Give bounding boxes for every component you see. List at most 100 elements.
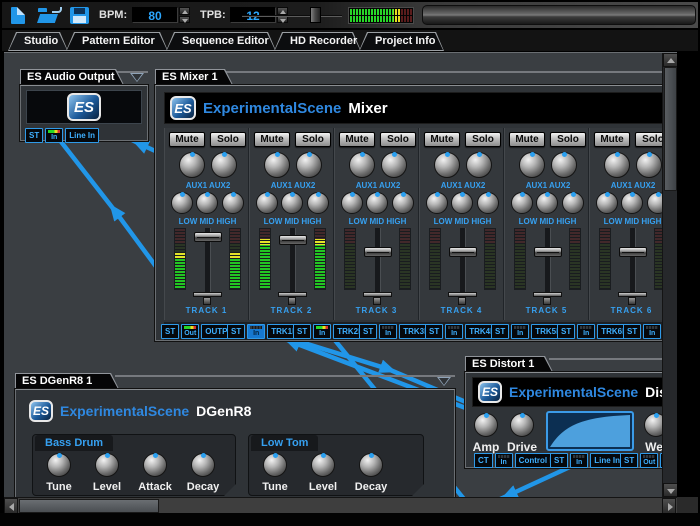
mid-knob[interactable] bbox=[621, 192, 643, 214]
fader-track[interactable] bbox=[545, 228, 551, 292]
studio-canvas[interactable]: ES Audio Output ES ST In Line In ES Mixer … bbox=[4, 52, 677, 497]
master-volume-slider-handle[interactable] bbox=[310, 7, 321, 23]
scroll-left-button[interactable] bbox=[4, 498, 18, 514]
mid-knob[interactable] bbox=[281, 192, 303, 214]
audio-output-title-tab[interactable]: ES Audio Output bbox=[20, 69, 124, 85]
tab-studio[interactable]: Studio bbox=[8, 32, 68, 51]
aux1-knob[interactable] bbox=[179, 152, 205, 178]
connector-meter-out[interactable]: Out bbox=[640, 453, 659, 468]
mute-button[interactable]: Mute bbox=[594, 132, 630, 147]
volume-fader[interactable] bbox=[534, 247, 562, 257]
level-knob[interactable] bbox=[95, 453, 119, 477]
connector-meter-in[interactable]: In bbox=[45, 128, 64, 143]
window-dgenr8[interactable]: ES DGenR8 1 ES ExperimentalScene DGenR8 … bbox=[15, 373, 455, 497]
scroll-down-button[interactable] bbox=[663, 483, 677, 497]
bpm-value[interactable]: 80 bbox=[132, 7, 178, 23]
low-knob[interactable] bbox=[426, 192, 448, 214]
mute-button[interactable]: Mute bbox=[254, 132, 290, 147]
bpm-stepper[interactable] bbox=[179, 7, 190, 23]
level-knob[interactable] bbox=[311, 453, 335, 477]
connector-line-in[interactable]: Line In bbox=[590, 453, 625, 468]
connector-st[interactable]: ST bbox=[25, 128, 44, 143]
connector-meter-out[interactable]: Out bbox=[181, 324, 200, 339]
mid-knob[interactable] bbox=[366, 192, 388, 214]
volume-fader[interactable] bbox=[364, 247, 392, 257]
solo-button[interactable]: Solo bbox=[380, 132, 416, 147]
aux1-knob[interactable] bbox=[434, 152, 460, 178]
low-knob[interactable] bbox=[341, 192, 363, 214]
connector-st[interactable]: ST bbox=[557, 324, 576, 339]
open-project-icon[interactable] bbox=[37, 7, 62, 23]
vertical-scrollbar[interactable] bbox=[662, 53, 677, 497]
collapse-icon[interactable] bbox=[437, 377, 451, 386]
connector-meter-in[interactable]: In bbox=[247, 324, 266, 339]
mute-button[interactable]: Mute bbox=[424, 132, 460, 147]
solo-button[interactable]: Solo bbox=[550, 132, 586, 147]
pan-slider[interactable] bbox=[193, 291, 222, 305]
pan-slider[interactable] bbox=[363, 291, 392, 305]
scroll-up-button[interactable] bbox=[663, 53, 677, 67]
attack-knob[interactable] bbox=[143, 453, 167, 477]
save-project-icon[interactable] bbox=[70, 7, 89, 24]
connector-st[interactable]: ST bbox=[227, 324, 246, 339]
volume-fader[interactable] bbox=[279, 235, 307, 245]
aux2-knob[interactable] bbox=[211, 152, 237, 178]
connector-meter-in[interactable]: In bbox=[313, 324, 332, 339]
pan-slider[interactable] bbox=[533, 291, 562, 305]
decay-knob[interactable] bbox=[359, 453, 383, 477]
connector-meter-in[interactable]: In bbox=[570, 453, 589, 468]
tab-project-info[interactable]: Project Info bbox=[359, 32, 444, 51]
connector-meter-in[interactable]: In bbox=[494, 453, 513, 468]
fader-track[interactable] bbox=[630, 228, 636, 292]
connector-meter-in[interactable]: In bbox=[643, 324, 662, 339]
fader-track[interactable] bbox=[460, 228, 466, 292]
tab-hd-recorder[interactable]: HD Recorder bbox=[274, 32, 361, 51]
connector-st[interactable]: ST bbox=[425, 324, 444, 339]
connector-st[interactable]: ST bbox=[359, 324, 378, 339]
tune-knob[interactable] bbox=[263, 453, 287, 477]
drive-knob[interactable] bbox=[510, 413, 534, 437]
window-distort[interactable]: ES Distort 1 ES ExperimentalScene Distor… bbox=[465, 356, 677, 468]
aux2-knob[interactable] bbox=[551, 152, 577, 178]
connector-st[interactable]: ST bbox=[550, 453, 569, 468]
aux1-knob[interactable] bbox=[604, 152, 630, 178]
collapse-icon[interactable] bbox=[130, 73, 144, 82]
mid-knob[interactable] bbox=[451, 192, 473, 214]
decay-knob[interactable] bbox=[191, 453, 215, 477]
mid-knob[interactable] bbox=[536, 192, 558, 214]
connector-st[interactable]: ST bbox=[491, 324, 510, 339]
aux2-knob[interactable] bbox=[296, 152, 322, 178]
high-knob[interactable] bbox=[562, 192, 584, 214]
connector-st[interactable]: ST bbox=[161, 324, 180, 339]
high-knob[interactable] bbox=[222, 192, 244, 214]
tab-sequence-editor[interactable]: Sequence Editor bbox=[166, 32, 276, 51]
horizontal-scroll-thumb[interactable] bbox=[19, 499, 159, 513]
connector-st[interactable]: ST bbox=[623, 324, 642, 339]
pan-slider[interactable] bbox=[448, 291, 477, 305]
pan-slider[interactable] bbox=[618, 291, 647, 305]
connector-meter-in[interactable]: In bbox=[379, 324, 398, 339]
connector-st[interactable]: ST bbox=[620, 453, 639, 468]
connector-meter-in[interactable]: In bbox=[577, 324, 596, 339]
connector-meter-in[interactable]: In bbox=[445, 324, 464, 339]
window-audio-output[interactable]: ES Audio Output ES ST In Line In bbox=[20, 69, 148, 143]
horizontal-scrollbar[interactable] bbox=[4, 497, 677, 514]
master-volume-slider-track[interactable] bbox=[242, 15, 342, 17]
aux2-knob[interactable] bbox=[636, 152, 662, 178]
low-knob[interactable] bbox=[596, 192, 618, 214]
new-project-icon[interactable] bbox=[11, 7, 25, 24]
vertical-scroll-thumb[interactable] bbox=[664, 67, 677, 191]
connector-st[interactable]: ST bbox=[293, 324, 312, 339]
mute-button[interactable]: Mute bbox=[509, 132, 545, 147]
volume-fader[interactable] bbox=[449, 247, 477, 257]
solo-button[interactable]: Solo bbox=[210, 132, 246, 147]
aux1-knob[interactable] bbox=[349, 152, 375, 178]
dgenr8-title-tab[interactable]: ES DGenR8 1 bbox=[15, 373, 119, 389]
amp-knob[interactable] bbox=[474, 413, 498, 437]
high-knob[interactable] bbox=[392, 192, 414, 214]
tune-knob[interactable] bbox=[47, 453, 71, 477]
pan-slider[interactable] bbox=[278, 291, 307, 305]
high-knob[interactable] bbox=[477, 192, 499, 214]
scroll-right-button[interactable] bbox=[662, 498, 676, 514]
low-knob[interactable] bbox=[171, 192, 193, 214]
